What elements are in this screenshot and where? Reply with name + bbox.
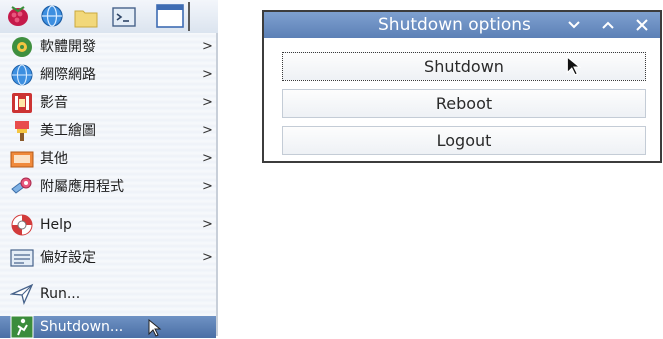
submenu-arrow-icon: > bbox=[202, 217, 213, 232]
programming-icon bbox=[12, 37, 32, 57]
menu-item-label: 附屬應用程式 bbox=[40, 179, 124, 195]
submenu-arrow-icon: > bbox=[202, 179, 213, 194]
menu-item-label: 影音 bbox=[40, 95, 68, 111]
submenu-arrow-icon: > bbox=[202, 250, 213, 265]
graphics-icon bbox=[15, 121, 29, 141]
menu-item-label: 偏好設定 bbox=[40, 250, 96, 266]
submenu-arrow-icon: > bbox=[202, 123, 213, 138]
menu-item-preferences[interactable]: 偏好設定 > bbox=[0, 246, 216, 270]
logout-button[interactable]: Logout bbox=[282, 126, 646, 155]
accessories-icon bbox=[11, 177, 32, 194]
menu-item-other[interactable]: 其他 > bbox=[0, 147, 216, 171]
sound-video-icon bbox=[12, 93, 32, 113]
menu-item-label: 軟體開發 bbox=[40, 39, 96, 55]
close-icon[interactable] bbox=[634, 17, 650, 33]
other-icon bbox=[10, 151, 34, 168]
globe-icon[interactable] bbox=[40, 4, 64, 28]
run-icon bbox=[10, 283, 34, 305]
terminal-icon[interactable] bbox=[112, 5, 136, 29]
chevron-down-icon[interactable] bbox=[566, 17, 582, 33]
menu-item-label: Shutdown... bbox=[40, 319, 124, 335]
window-icon[interactable] bbox=[156, 3, 184, 29]
menu-item-label: Run... bbox=[40, 286, 81, 302]
taskbar bbox=[0, 0, 218, 34]
shutdown-button[interactable]: Shutdown bbox=[282, 52, 646, 81]
taskbar-window-edge bbox=[188, 2, 220, 31]
menu-item-programming[interactable]: 軟體開發 > bbox=[0, 35, 216, 59]
menu-item-shutdown[interactable]: Shutdown... bbox=[0, 315, 216, 339]
menu-item-label: Help bbox=[40, 217, 72, 233]
submenu-arrow-icon: > bbox=[202, 151, 213, 166]
dialog-title: Shutdown options bbox=[378, 15, 531, 35]
shutdown-dialog: Shutdown options Shutdown Reboot Logout bbox=[262, 10, 662, 163]
menu-item-help[interactable]: Help > bbox=[0, 213, 216, 237]
application-menu: 軟體開發 > 網際網路 > 影音 > 美工繪圖 > 其他 > 附屬應用程式 > … bbox=[0, 33, 218, 339]
submenu-arrow-icon: > bbox=[202, 39, 213, 54]
menu-item-run[interactable]: Run... bbox=[0, 282, 216, 306]
menu-item-label: 其他 bbox=[40, 151, 68, 167]
help-lifebuoy-icon bbox=[11, 214, 33, 236]
reboot-button[interactable]: Reboot bbox=[282, 89, 646, 118]
menu-item-label: 網際網路 bbox=[40, 67, 96, 83]
internet-globe-icon bbox=[11, 64, 33, 86]
submenu-arrow-icon: > bbox=[202, 95, 213, 110]
mouse-cursor-icon bbox=[566, 56, 582, 76]
raspberry-icon[interactable] bbox=[6, 4, 30, 28]
menu-item-graphics[interactable]: 美工繪圖 > bbox=[0, 119, 216, 143]
mouse-cursor-icon bbox=[148, 319, 162, 337]
preferences-icon bbox=[10, 249, 34, 267]
menu-item-accessories[interactable]: 附屬應用程式 > bbox=[0, 175, 216, 199]
chevron-up-icon[interactable] bbox=[600, 17, 616, 33]
shutdown-icon bbox=[10, 315, 34, 339]
submenu-arrow-icon: > bbox=[202, 67, 213, 82]
menu-item-sound-video[interactable]: 影音 > bbox=[0, 91, 216, 115]
folder-icon[interactable] bbox=[74, 6, 98, 30]
dialog-titlebar[interactable]: Shutdown options bbox=[264, 12, 660, 38]
menu-item-internet[interactable]: 網際網路 > bbox=[0, 63, 216, 87]
menu-item-label: 美工繪圖 bbox=[40, 123, 96, 139]
